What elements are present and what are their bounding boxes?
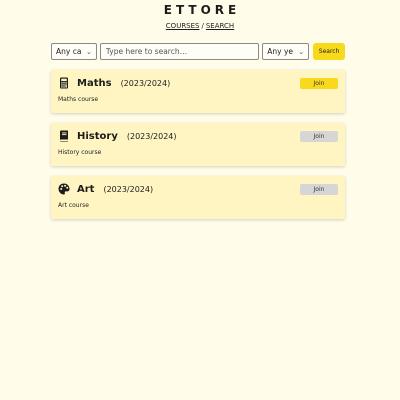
course-card-history: History (2023/2024) Join History course <box>51 123 345 166</box>
year-select[interactable]: Any ye ⌄ <box>262 43 310 60</box>
filter-bar: Any ca ⌄ Any ye ⌄ Search <box>51 43 346 60</box>
course-description: Art course <box>58 202 89 209</box>
search-button[interactable]: Search <box>313 43 346 60</box>
main-nav: COURSES / SEARCH <box>0 22 400 31</box>
book-icon <box>58 130 70 142</box>
course-card-art: Art (2023/2024) Join Art course <box>51 176 345 219</box>
search-input[interactable] <box>99 43 260 60</box>
header: ETTORE COURSES / SEARCH <box>0 0 400 31</box>
nav-separator: / <box>201 22 204 30</box>
chevron-down-icon: ⌄ <box>298 47 305 56</box>
calculator-icon <box>58 77 70 89</box>
course-description: Maths course <box>58 96 99 103</box>
palette-icon <box>58 183 70 195</box>
category-select-value: Any ca <box>56 47 82 56</box>
brand-logo: ETTORE <box>163 3 241 17</box>
course-description: History course <box>58 149 102 156</box>
join-button[interactable]: Join <box>300 130 338 142</box>
nav-courses-link[interactable]: COURSES <box>166 22 200 30</box>
course-year: (2023/2024) <box>103 184 154 194</box>
course-year: (2023/2024) <box>120 78 171 88</box>
chevron-down-icon: ⌄ <box>85 47 92 56</box>
course-year: (2023/2024) <box>126 131 177 141</box>
course-title: Art <box>77 183 95 195</box>
course-title: History <box>77 130 118 142</box>
join-button[interactable]: Join <box>300 77 338 89</box>
course-title: Maths <box>77 77 112 89</box>
year-select-value: Any ye <box>267 47 294 56</box>
join-button[interactable]: Join <box>300 183 338 195</box>
course-card-maths: Maths (2023/2024) Join Maths course <box>51 70 345 113</box>
category-select[interactable]: Any ca ⌄ <box>51 43 97 60</box>
nav-search-link[interactable]: SEARCH <box>206 22 234 30</box>
